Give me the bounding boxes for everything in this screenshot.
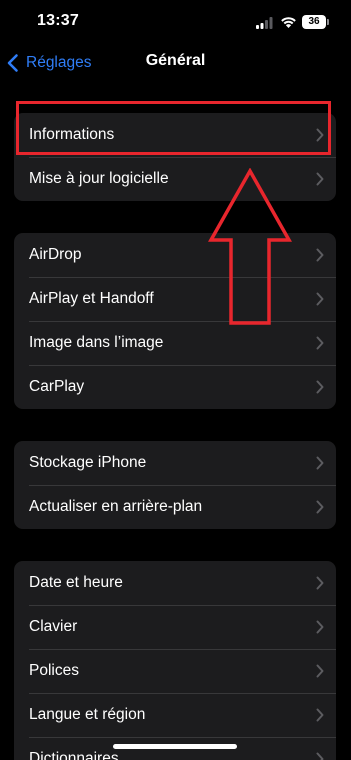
battery-icon: 36 <box>302 15 329 29</box>
signal-icon <box>256 17 273 29</box>
settings-group-locale: Date et heure Clavier Polices Langue et … <box>14 561 336 760</box>
row-label: Polices <box>29 662 79 679</box>
row-stockage-iphone[interactable]: Stockage iPhone <box>14 441 336 485</box>
status-bar: 13:37 36 <box>0 0 351 46</box>
row-label: Clavier <box>29 618 78 635</box>
chevron-right-icon <box>316 620 324 634</box>
row-label: Mise à jour logicielle <box>29 170 169 187</box>
row-label: Stockage iPhone <box>29 454 147 471</box>
row-label: Image dans l’image <box>29 334 164 351</box>
row-date-et-heure[interactable]: Date et heure <box>14 561 336 605</box>
chevron-right-icon <box>316 664 324 678</box>
chevron-right-icon <box>316 576 324 590</box>
row-label: Date et heure <box>29 574 123 591</box>
row-polices[interactable]: Polices <box>14 649 336 693</box>
row-label: Actualiser en arrière-plan <box>29 498 203 515</box>
row-image-dans-l-image[interactable]: Image dans l’image <box>14 321 336 365</box>
highlight-box <box>16 101 331 155</box>
chevron-right-icon <box>316 292 324 306</box>
row-label: CarPlay <box>29 378 85 395</box>
chevron-right-icon <box>316 248 324 262</box>
status-time: 13:37 <box>37 12 79 29</box>
chevron-right-icon <box>316 752 324 760</box>
wifi-icon <box>281 17 296 28</box>
row-label: AirPlay et Handoff <box>29 290 154 307</box>
chevron-right-icon <box>316 500 324 514</box>
chevron-right-icon <box>316 708 324 722</box>
settings-screen: 13:37 36 Réglages Général Informations M… <box>0 0 351 760</box>
settings-group-storage: Stockage iPhone Actualiser en arrière-pl… <box>14 441 336 529</box>
row-actualiser-en-arriere-plan[interactable]: Actualiser en arrière-plan <box>14 485 336 529</box>
row-label: Dictionnaires <box>29 750 119 760</box>
battery-level: 36 <box>308 16 320 27</box>
row-label: Langue et région <box>29 706 146 723</box>
chevron-right-icon <box>316 380 324 394</box>
chevron-right-icon <box>316 336 324 350</box>
home-indicator[interactable] <box>113 744 237 749</box>
page-title: Général <box>145 52 206 69</box>
up-arrow-icon <box>208 168 292 325</box>
row-carplay[interactable]: CarPlay <box>14 365 336 409</box>
row-clavier[interactable]: Clavier <box>14 605 336 649</box>
chevron-right-icon <box>316 172 324 186</box>
row-langue-et-region[interactable]: Langue et région <box>14 693 336 737</box>
row-label: AirDrop <box>29 246 82 263</box>
chevron-right-icon <box>316 456 324 470</box>
